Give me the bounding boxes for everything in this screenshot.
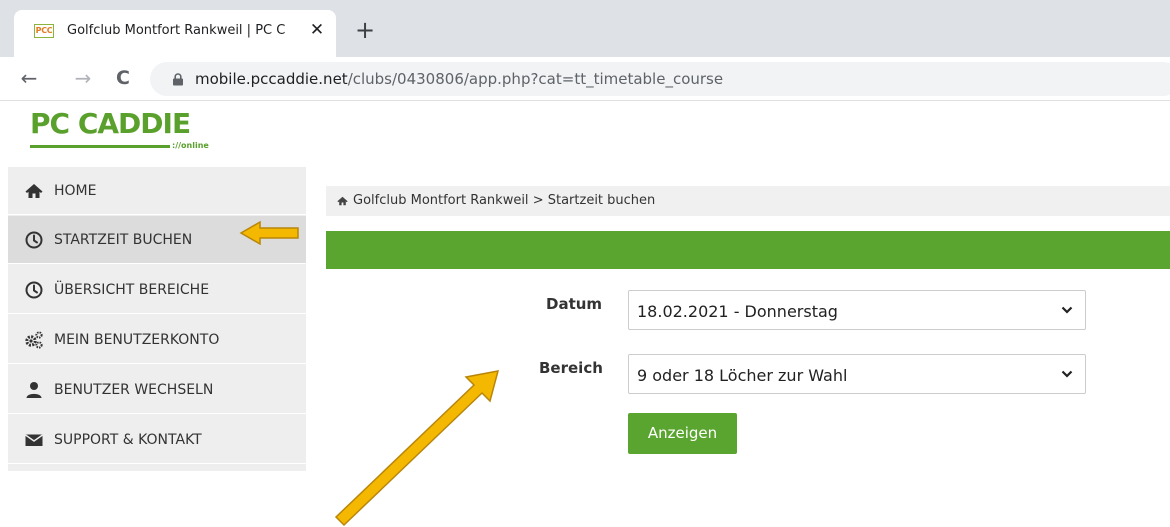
date-select-value: 18.02.2021 - Donnerstag: [637, 302, 838, 321]
annotation-arrow-diagonal-icon: [334, 370, 500, 527]
logo-subtext: ://online: [172, 141, 209, 150]
sidebar-item-label: ÜBERSICHT BEREICHE: [54, 282, 210, 298]
sidebar-item-home[interactable]: HOME: [8, 167, 306, 215]
logo-text: PC CADDIE: [30, 107, 191, 140]
breadcrumb-separator: >: [532, 193, 544, 208]
area-label: Bereich: [539, 359, 603, 377]
address-bar[interactable]: mobile.pccaddie.net/clubs/0430806/app.ph…: [150, 62, 1170, 96]
new-tab-icon[interactable]: +: [352, 18, 378, 44]
area-select-value: 9 oder 18 Löcher zur Wahl: [637, 366, 848, 385]
sidebar-item-label: STARTZEIT BUCHEN: [54, 232, 193, 248]
sidebar-item-label: HOME: [54, 183, 97, 199]
pccaddie-favicon-icon: PCC: [34, 24, 54, 38]
url-text: mobile.pccaddie.net/clubs/0430806/app.ph…: [195, 70, 723, 88]
url-domain: mobile.pccaddie.net: [195, 70, 348, 88]
url-path: /clubs/0430806/app.php?cat=tt_timetable_…: [347, 70, 724, 88]
browser-tab[interactable]: PCC Golfclub Montfort Rankweil | PC C ✕: [14, 10, 336, 57]
clock-icon: [25, 231, 43, 249]
forward-arrow-icon[interactable]: →: [70, 65, 96, 91]
date-label: Datum: [546, 295, 603, 313]
gears-icon: [25, 331, 43, 349]
sidebar-item-benutzer-wechseln[interactable]: BENUTZER WECHSELN: [8, 366, 306, 414]
home-icon: [25, 184, 43, 198]
sidebar-item-uebersicht-bereiche[interactable]: ÜBERSICHT BEREICHE: [8, 266, 306, 314]
browser-toolbar: ← → C mobile.pccaddie.net/clubs/0430806/…: [0, 57, 1170, 101]
reload-icon[interactable]: C: [110, 65, 136, 91]
tab-close-icon[interactable]: ✕: [306, 19, 328, 41]
breadcrumb-club[interactable]: Golfclub Montfort Rankweil: [353, 193, 529, 208]
sidebar-item-label: SUPPORT & KONTAKT: [54, 432, 202, 448]
area-select[interactable]: 9 oder 18 Löcher zur Wahl: [628, 354, 1086, 394]
pccaddie-logo[interactable]: PC CADDIE ://online: [30, 107, 209, 156]
date-select[interactable]: 18.02.2021 - Donnerstag: [628, 290, 1086, 330]
envelope-icon: [25, 434, 43, 446]
sidebar: HOME STARTZEIT BUCHEN ÜBERSICHT BEREICHE…: [8, 167, 306, 471]
breadcrumb-page: Startzeit buchen: [547, 193, 656, 208]
tab-title: Golfclub Montfort Rankweil | PC C: [67, 23, 286, 38]
annotation-arrow-left-icon: [239, 220, 299, 246]
chevron-down-icon: [1061, 370, 1073, 378]
clock-icon: [25, 281, 43, 299]
sidebar-item-label: MEIN BENUTZERKONTO: [54, 332, 220, 348]
page-header-bar: [326, 231, 1170, 269]
chevron-down-icon: [1061, 306, 1073, 314]
home-icon[interactable]: [336, 195, 349, 207]
back-arrow-icon[interactable]: ←: [16, 65, 42, 91]
logo-underline: [30, 145, 170, 148]
breadcrumb-text: Golfclub Montfort Rankweil > Startzeit b…: [353, 193, 655, 208]
sidebar-item-label: BENUTZER WECHSELN: [54, 382, 214, 398]
user-icon: [26, 382, 42, 398]
lock-icon: [173, 73, 183, 86]
sidebar-item-mein-benutzerkonto[interactable]: MEIN BENUTZERKONTO: [8, 316, 306, 364]
browser-tab-bar: PCC Golfclub Montfort Rankweil | PC C ✕ …: [0, 0, 1170, 57]
sidebar-item-support-kontakt[interactable]: SUPPORT & KONTAKT: [8, 416, 306, 464]
breadcrumb: Golfclub Montfort Rankweil > Startzeit b…: [326, 186, 1170, 216]
show-button[interactable]: Anzeigen: [628, 413, 737, 454]
